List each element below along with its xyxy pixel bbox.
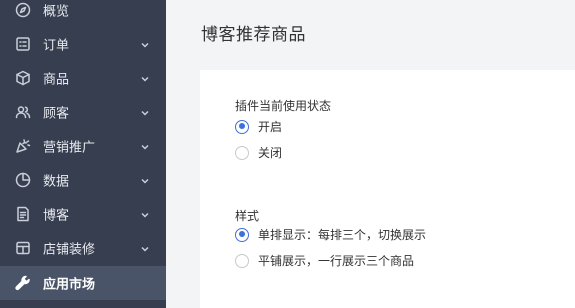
sidebar: 概览 订单 商品 顾客 营销推广 数据 博客 店铺装修 应用市场 bbox=[0, 0, 166, 308]
sidebar-item-app-market[interactable]: 应用市场 bbox=[0, 266, 166, 300]
compass-icon bbox=[15, 2, 31, 18]
pie-chart-icon bbox=[15, 172, 31, 188]
status-option-off[interactable]: 关闭 bbox=[235, 144, 282, 161]
sidebar-item-marketing[interactable]: 营销推广 bbox=[0, 129, 166, 162]
sidebar-item-label: 数据 bbox=[43, 174, 70, 189]
users-icon bbox=[15, 104, 31, 120]
package-box-icon bbox=[15, 70, 31, 86]
layout-icon bbox=[15, 240, 31, 256]
chevron-down-icon bbox=[140, 141, 150, 151]
style-section-label: 样式 bbox=[235, 209, 260, 223]
sidebar-item-orders[interactable]: 订单 bbox=[0, 27, 166, 60]
settings-card: 插件当前使用状态 开启 关闭 样式 单排显示：每排三个，切换展示 平铺展示，一行… bbox=[200, 70, 575, 308]
sidebar-item-store-design[interactable]: 店铺装修 bbox=[0, 231, 166, 264]
wrench-icon bbox=[15, 275, 31, 291]
radio-button[interactable] bbox=[235, 145, 249, 160]
style-option-single-row[interactable]: 单排显示：每排三个，切换展示 bbox=[235, 226, 426, 243]
sidebar-item-products[interactable]: 商品 bbox=[0, 61, 166, 94]
sidebar-item-label: 概览 bbox=[43, 4, 70, 19]
sidebar-item-data[interactable]: 数据 bbox=[0, 163, 166, 196]
chevron-down-icon bbox=[140, 243, 150, 253]
radio-label: 关闭 bbox=[258, 146, 283, 160]
sidebar-item-customers[interactable]: 顾客 bbox=[0, 95, 166, 128]
chevron-down-icon bbox=[140, 107, 150, 117]
chevron-down-icon bbox=[140, 39, 150, 49]
document-icon bbox=[15, 206, 31, 222]
status-option-on[interactable]: 开启 bbox=[235, 118, 282, 135]
main-content: 博客推荐商品 插件当前使用状态 开启 关闭 样式 单排显示：每排三个，切换展示 … bbox=[166, 0, 575, 308]
radio-button[interactable] bbox=[235, 253, 249, 268]
sidebar-item-label: 店铺装修 bbox=[43, 242, 96, 257]
chevron-down-icon bbox=[140, 209, 150, 219]
sidebar-item-blog[interactable]: 博客 bbox=[0, 197, 166, 230]
party-popper-icon bbox=[15, 138, 31, 154]
radio-button-checked[interactable] bbox=[235, 227, 249, 242]
sidebar-item-label: 应用市场 bbox=[43, 277, 96, 293]
status-section-label: 插件当前使用状态 bbox=[235, 99, 332, 113]
sidebar-item-label: 订单 bbox=[43, 38, 70, 53]
radio-label: 单排显示：每排三个，切换展示 bbox=[258, 228, 427, 242]
radio-button-checked[interactable] bbox=[235, 119, 249, 134]
sidebar-item-label: 博客 bbox=[43, 208, 70, 223]
sidebar-item-overview[interactable]: 概览 bbox=[0, 0, 166, 26]
sidebar-item-label: 营销推广 bbox=[43, 140, 96, 155]
radio-label: 开启 bbox=[258, 120, 283, 134]
style-option-tiled[interactable]: 平铺展示，一行展示三个商品 bbox=[235, 252, 414, 269]
page-title: 博客推荐商品 bbox=[201, 25, 306, 45]
chevron-down-icon bbox=[140, 175, 150, 185]
radio-label: 平铺展示，一行展示三个商品 bbox=[258, 254, 415, 268]
order-list-icon bbox=[15, 36, 31, 52]
sidebar-item-label: 商品 bbox=[43, 72, 70, 87]
sidebar-item-label: 顾客 bbox=[43, 106, 70, 121]
chevron-down-icon bbox=[140, 73, 150, 83]
